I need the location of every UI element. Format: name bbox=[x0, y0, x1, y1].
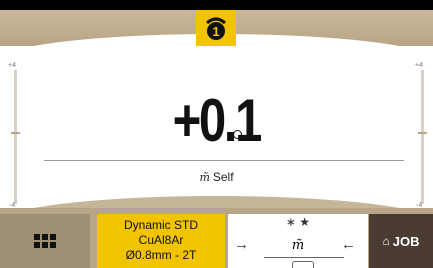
grid-icon bbox=[34, 234, 56, 248]
mode-label: Self bbox=[212, 170, 234, 184]
program-gas: CuAl8Ar bbox=[138, 233, 184, 247]
parameter-line bbox=[264, 257, 344, 258]
nozzle-icon bbox=[292, 261, 314, 268]
program-panel[interactable]: Dynamic STD CuAl8Ar Ø0.8mm - 2T bbox=[97, 214, 225, 268]
job-button[interactable]: ⌂ JOB bbox=[369, 214, 433, 268]
program-wire: Ø0.8mm - 2T bbox=[125, 248, 197, 262]
left-scale-max: +4 bbox=[8, 62, 16, 69]
mode-indicator: m̃ Self bbox=[0, 170, 433, 184]
arrow-left-icon[interactable]: ← bbox=[341, 236, 356, 253]
home-icon: ⌂ bbox=[382, 234, 390, 248]
channel-badge[interactable]: 1 bbox=[196, 10, 236, 46]
menu-button[interactable] bbox=[0, 214, 90, 268]
degree-icon bbox=[233, 130, 242, 139]
right-scale-max: +4 bbox=[415, 62, 423, 69]
main-value-number: +0.1 bbox=[172, 87, 263, 154]
divider bbox=[44, 160, 404, 161]
parameter-icons: ∗ ★ bbox=[285, 215, 311, 229]
program-process: Dynamic STD bbox=[123, 218, 198, 232]
parameter-panel[interactable]: ∗ ★ → m̃ ← bbox=[228, 214, 368, 268]
welding-torch-icon: 1 bbox=[206, 17, 226, 40]
synergy-icon: m̃ bbox=[199, 171, 210, 184]
top-black-strip bbox=[0, 0, 433, 10]
job-label: JOB bbox=[392, 233, 420, 249]
main-value[interactable]: +0.1 bbox=[0, 86, 433, 156]
channel-number: 1 bbox=[212, 24, 219, 39]
